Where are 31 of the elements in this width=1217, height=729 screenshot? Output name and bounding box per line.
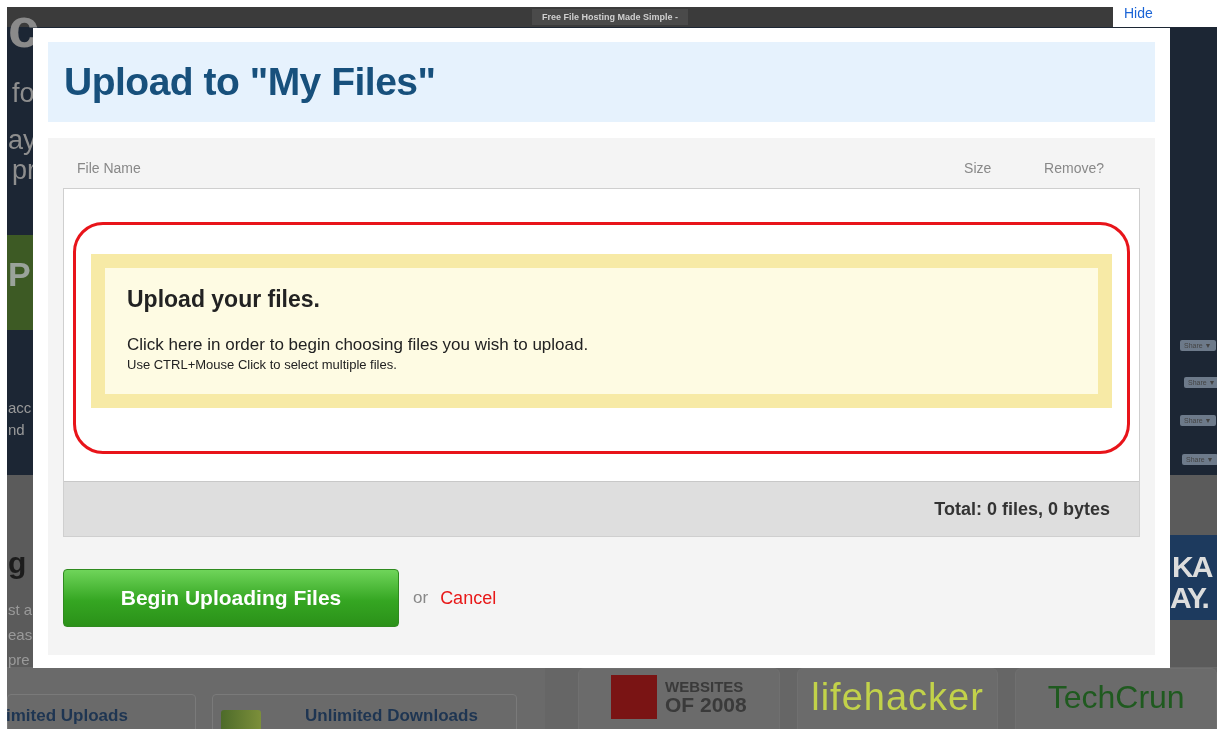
brand-logo-text: lifehacker — [811, 675, 984, 719]
box-icon — [221, 710, 261, 729]
feature-title: imited Uploads — [6, 706, 128, 726]
begin-uploading-button[interactable]: Begin Uploading Files — [63, 569, 399, 627]
upload-prompt[interactable]: Upload your files. Click here in order to begin choosing files you wish to upload. Use CTRL+Mouse Click to select multiple files. — [91, 254, 1112, 408]
browser-tab[interactable]: Free File Hosting Made Simple - — [532, 9, 689, 25]
background-text: KA — [1172, 552, 1212, 582]
or-text: or — [413, 588, 429, 608]
background-text: AY. — [1170, 583, 1208, 613]
total-summary: Total: 0 files, 0 bytes — [934, 498, 1110, 520]
background-text: g — [8, 548, 27, 578]
background-text: pre — [8, 652, 30, 667]
magazine-logo — [610, 675, 657, 719]
column-header: Remove? — [1044, 160, 1104, 178]
cancel-link[interactable]: Cancel — [440, 587, 497, 609]
background-text: st a — [8, 602, 33, 617]
background-text: fo — [12, 80, 35, 107]
hide-link[interactable]: Hide — [1124, 5, 1153, 21]
prompt-text: Click here in order to begin choosing files you wish to upload. — [127, 335, 590, 355]
background-text: acc — [8, 400, 32, 415]
background-text: nd — [8, 422, 25, 437]
brand-logo-text: TechCrun — [1047, 678, 1185, 716]
prompt-heading: Upload your files. — [127, 286, 321, 313]
feature-title: Unlimited Downloads — [305, 706, 478, 726]
background-text: P — [8, 257, 31, 291]
dialog-title: Upload to "My Files" — [64, 60, 436, 104]
column-header: File Name — [77, 160, 142, 178]
column-header: Size — [964, 160, 993, 178]
prompt-hint: Use CTRL+Mouse Click to select multiple files. — [127, 357, 398, 372]
background-text: pr — [12, 157, 36, 184]
background-text: eas — [8, 627, 33, 642]
